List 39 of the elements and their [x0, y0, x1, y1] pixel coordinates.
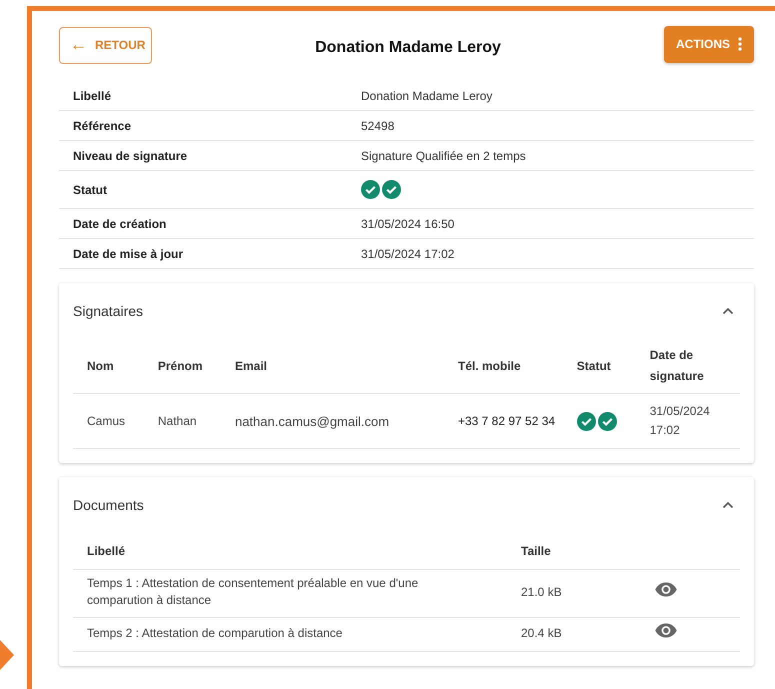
table-cell: Camus: [87, 414, 126, 428]
column-header: Statut: [576, 358, 611, 372]
actions-button[interactable]: ACTIONS: [664, 26, 754, 62]
eye-icon[interactable]: [655, 582, 677, 597]
more-vertical-icon: [738, 37, 742, 51]
field-label: Date de mise à jour: [72, 246, 184, 260]
field-label: Libellé: [72, 88, 112, 102]
column-header: Email: [234, 358, 267, 372]
field-value: Donation Madame Leroy: [361, 88, 492, 102]
back-button[interactable]: ← RETOUR: [59, 26, 152, 64]
column-header: Libellé: [87, 544, 126, 558]
section-title: Documents: [73, 497, 144, 513]
column-header: Prénom: [158, 358, 203, 372]
field-value: 52498: [361, 118, 394, 132]
table-cell: 20.4 kB: [521, 626, 562, 640]
table-cell: +33 7 82 97 52 34: [458, 414, 556, 428]
column-header: Nom: [87, 358, 114, 372]
document-name: Temps 1 : Attestation de consentement préalable en vue d'une comparution à distance: [87, 575, 420, 609]
pointer-arrow-icon: [0, 640, 14, 670]
field-value: 31/05/2024 16:50: [361, 216, 454, 230]
chevron-icon[interactable]: [722, 307, 734, 315]
column-header: Tél. mobile: [458, 358, 521, 372]
column-header: Taille: [521, 544, 551, 558]
field-label: Niveau de signature: [72, 148, 188, 162]
table-cell-text: 31/05/2024 17:02: [650, 403, 711, 439]
table-cell: Nathan: [158, 414, 197, 428]
table-cell: 21.0 kB: [521, 584, 562, 598]
table-cell: nathan.camus@gmail.com: [234, 414, 390, 428]
page-title: Donation Madame Leroy: [315, 39, 501, 57]
chevron-icon[interactable]: [722, 501, 734, 509]
section-title: Signataires: [73, 303, 144, 319]
eye-icon[interactable]: [655, 623, 677, 638]
field-label: Référence: [72, 118, 132, 132]
field-label: Date de création: [72, 216, 168, 230]
column-header: Date de signature: [650, 348, 704, 383]
field-value: 31/05/2024 17:02: [361, 246, 454, 260]
field-label: Statut: [72, 182, 108, 196]
document-name: Temps 2 : Attestation de comparution à distance: [87, 624, 344, 642]
field-value: Signature Qualifiée en 2 temps: [361, 148, 526, 162]
